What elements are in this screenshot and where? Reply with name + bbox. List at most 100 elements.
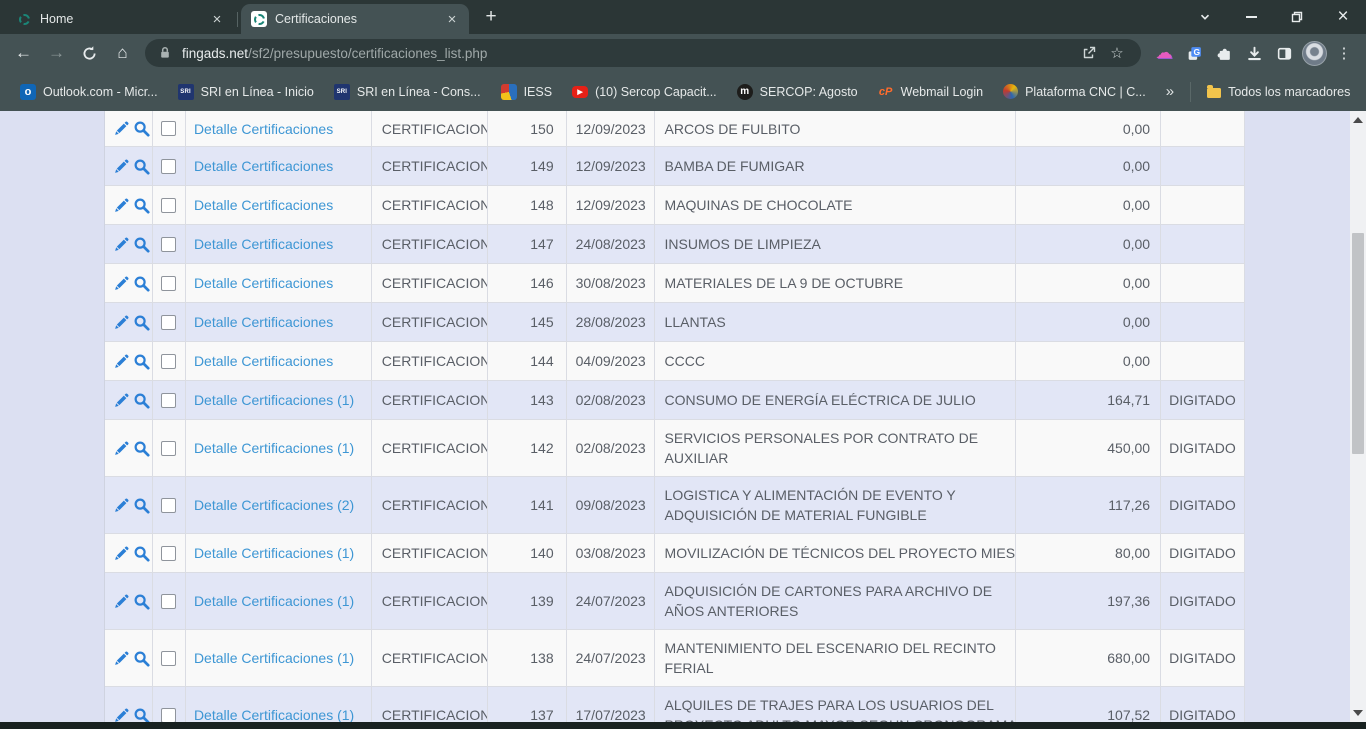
bookmark-item[interactable]: SRISRI en Línea - Cons... <box>324 79 491 105</box>
view-icon[interactable] <box>133 314 150 331</box>
row-checkbox[interactable] <box>161 708 176 723</box>
menu-kebab-icon[interactable]: ⋮ <box>1329 38 1359 68</box>
scroll-down-icon[interactable] <box>1353 710 1363 716</box>
close-button[interactable]: × <box>1320 0 1366 34</box>
row-checkbox[interactable] <box>161 315 176 330</box>
row-actions <box>105 420 153 476</box>
view-icon[interactable] <box>133 440 150 457</box>
edit-icon[interactable] <box>113 593 130 610</box>
detail-link[interactable]: Detalle Certificaciones (1) <box>194 545 354 561</box>
edit-icon[interactable] <box>113 392 130 409</box>
view-icon[interactable] <box>133 353 150 370</box>
row-checkbox[interactable] <box>161 121 176 136</box>
row-checkbox[interactable] <box>161 651 176 666</box>
row-checkbox[interactable] <box>161 546 176 561</box>
detail-link[interactable]: Detalle Certificaciones (1) <box>194 593 354 609</box>
tab-certificaciones[interactable]: Certificaciones × <box>241 4 469 34</box>
detail-link[interactable]: Detalle Certificaciones <box>194 197 333 213</box>
edit-icon[interactable] <box>113 236 130 253</box>
row-checkbox[interactable] <box>161 159 176 174</box>
detail-link[interactable]: Detalle Certificaciones (1) <box>194 392 354 408</box>
detail-link[interactable]: Detalle Certificaciones <box>194 353 333 369</box>
reload-icon[interactable] <box>73 38 106 68</box>
row-checkbox[interactable] <box>161 354 176 369</box>
edit-icon[interactable] <box>113 440 130 457</box>
weather-extension-icon[interactable]: ☁ <box>1149 38 1179 68</box>
edit-icon[interactable] <box>113 158 130 175</box>
side-panel-icon[interactable] <box>1269 38 1299 68</box>
detail-link[interactable]: Detalle Certificaciones (2) <box>194 497 354 513</box>
bookmark-item[interactable]: cPWebmail Login <box>868 79 993 105</box>
downloads-icon[interactable] <box>1239 38 1269 68</box>
url-bar[interactable]: fingads.net/sf2/presupuesto/certificacio… <box>145 39 1141 67</box>
detail-link[interactable]: Detalle Certificaciones (1) <box>194 650 354 666</box>
view-icon[interactable] <box>133 197 150 214</box>
edit-icon[interactable] <box>113 545 130 562</box>
view-icon[interactable] <box>133 593 150 610</box>
table-row: Detalle Certificaciones (1)CERTIFICACION… <box>105 381 1245 420</box>
detail-link[interactable]: Detalle Certificaciones (1) <box>194 440 354 456</box>
detail-link[interactable]: Detalle Certificaciones (1) <box>194 707 354 722</box>
detail-link[interactable]: Detalle Certificaciones <box>194 236 333 252</box>
bookmark-star-icon[interactable]: ☆ <box>1103 41 1131 65</box>
edit-icon[interactable] <box>113 314 130 331</box>
row-checkbox[interactable] <box>161 393 176 408</box>
edit-icon[interactable] <box>113 707 130 723</box>
tab-close-icon[interactable]: × <box>443 10 461 28</box>
view-icon[interactable] <box>133 545 150 562</box>
back-icon[interactable]: ← <box>7 38 40 68</box>
cell-amount: 80,00 <box>1016 534 1161 572</box>
translate-extension-icon[interactable]: G <box>1179 38 1209 68</box>
detail-link[interactable]: Detalle Certificaciones <box>194 121 333 137</box>
profile-avatar[interactable] <box>1299 38 1329 68</box>
minimize-button[interactable] <box>1228 0 1274 34</box>
row-actions <box>105 534 153 572</box>
view-icon[interactable] <box>133 120 150 137</box>
view-icon[interactable] <box>133 236 150 253</box>
row-checkbox[interactable] <box>161 276 176 291</box>
view-icon[interactable] <box>133 497 150 514</box>
bookmark-item[interactable]: SRISRI en Línea - Inicio <box>168 79 324 105</box>
tab-search-chevron-icon[interactable] <box>1182 0 1228 34</box>
edit-icon[interactable] <box>113 497 130 514</box>
tab-close-icon[interactable]: × <box>208 10 226 28</box>
cell-description: LLANTAS <box>655 303 1017 341</box>
row-checkbox[interactable] <box>161 594 176 609</box>
edit-icon[interactable] <box>113 120 130 137</box>
share-icon[interactable] <box>1075 41 1103 65</box>
vertical-scrollbar[interactable] <box>1350 111 1366 722</box>
new-tab-button[interactable]: + <box>477 3 505 31</box>
table-row: Detalle CertificacionesCERTIFICACION1463… <box>105 264 1245 303</box>
detail-link[interactable]: Detalle Certificaciones <box>194 275 333 291</box>
detail-link[interactable]: Detalle Certificaciones <box>194 314 333 330</box>
bookmark-item[interactable]: mSERCOP: Agosto <box>727 79 868 105</box>
view-icon[interactable] <box>133 392 150 409</box>
edit-icon[interactable] <box>113 197 130 214</box>
restore-button[interactable] <box>1274 0 1320 34</box>
view-icon[interactable] <box>133 707 150 723</box>
view-icon[interactable] <box>133 650 150 667</box>
row-checkbox[interactable] <box>161 498 176 513</box>
all-bookmarks-folder[interactable]: Todos los marcadores <box>1197 79 1360 105</box>
cell-date: 24/07/2023 <box>567 573 655 629</box>
edit-icon[interactable] <box>113 275 130 292</box>
scrollbar-thumb[interactable] <box>1352 233 1364 454</box>
view-icon[interactable] <box>133 275 150 292</box>
bookmark-item[interactable]: Plataforma CNC | C... <box>993 79 1156 105</box>
row-checkbox[interactable] <box>161 237 176 252</box>
tab-home[interactable]: Home × <box>6 4 234 34</box>
bookmark-item[interactable]: IESS <box>491 79 563 105</box>
detail-link[interactable]: Detalle Certificaciones <box>194 158 333 174</box>
row-checkbox[interactable] <box>161 441 176 456</box>
view-icon[interactable] <box>133 158 150 175</box>
edit-icon[interactable] <box>113 353 130 370</box>
bookmark-item[interactable]: oOutlook.com - Micr... <box>10 79 168 105</box>
bookmarks-overflow-icon[interactable]: » <box>1156 83 1184 100</box>
extensions-puzzle-icon[interactable] <box>1209 38 1239 68</box>
scroll-up-icon[interactable] <box>1353 117 1363 123</box>
folder-icon <box>1207 88 1221 98</box>
home-icon[interactable]: ⌂ <box>106 38 139 68</box>
edit-icon[interactable] <box>113 650 130 667</box>
bookmark-item[interactable]: ▶(10) Sercop Capacit... <box>562 79 727 105</box>
row-checkbox[interactable] <box>161 198 176 213</box>
